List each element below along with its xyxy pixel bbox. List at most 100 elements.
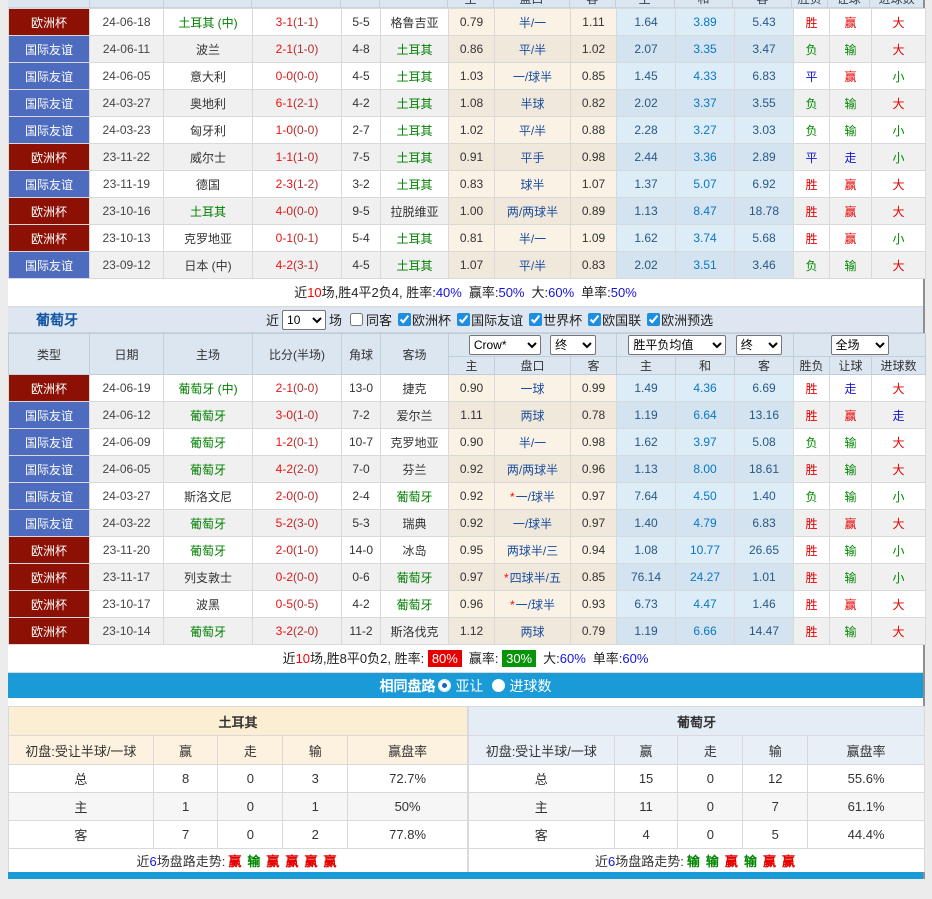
home-team[interactable]: 意大利 (164, 63, 253, 90)
away-team[interactable]: 拉脱维亚 (381, 198, 449, 225)
handicap-home-odds: 1.00 (449, 198, 495, 225)
bookmaker-select[interactable]: Crow* (469, 335, 541, 355)
away-team[interactable]: 冰岛 (381, 537, 449, 564)
away-team[interactable]: 爱尔兰 (381, 402, 449, 429)
match-date: 23-11-17 (90, 564, 164, 591)
home-team[interactable]: 土耳其 (中) (164, 9, 253, 36)
away-team[interactable]: 葡萄牙 (381, 564, 449, 591)
score-cell[interactable]: 5-2(3-0) (253, 510, 342, 537)
handicap-home-odds: 0.86 (449, 36, 495, 63)
away-team[interactable]: 葡萄牙 (381, 591, 449, 618)
league-filter-checkbox-2[interactable] (457, 313, 470, 326)
portugal-section-header: 葡萄牙 近 10 场 同客 欧洲杯国际友谊世界杯欧国联欧洲预选 (8, 307, 923, 333)
away-team[interactable]: 斯洛伐克 (381, 618, 449, 645)
score-cell[interactable]: 0-5(0-5) (253, 591, 342, 618)
asian-result-cell: 输 (830, 429, 872, 456)
home-team[interactable]: 列支敦士 (164, 564, 253, 591)
home-team[interactable]: 威尔士 (164, 144, 253, 171)
home-team[interactable]: 匈牙利 (164, 117, 253, 144)
handicap-away-odds: 0.96 (571, 456, 617, 483)
goals-radio[interactable] (492, 679, 505, 692)
clipped-col-label: 客 (569, 0, 615, 8)
score-cell[interactable]: 4-0(0-0) (253, 198, 342, 225)
handicap-away-odds: 0.78 (571, 402, 617, 429)
home-team[interactable]: 葡萄牙 (164, 510, 253, 537)
away-team[interactable]: 葡萄牙 (381, 483, 449, 510)
handicap-line: 半/一 (495, 225, 571, 252)
away-team[interactable]: 芬兰 (381, 456, 449, 483)
home-team[interactable]: 德国 (164, 171, 253, 198)
away-team[interactable]: 土耳其 (381, 252, 449, 279)
handicap-stage-select[interactable]: 终 (550, 335, 596, 355)
score-cell[interactable]: 2-0(1-0) (253, 537, 342, 564)
league-badge: 欧洲杯 (9, 9, 90, 36)
away-team[interactable]: 土耳其 (381, 171, 449, 198)
match-date: 23-10-16 (90, 198, 164, 225)
away-team[interactable]: 捷克 (381, 375, 449, 402)
score-cell[interactable]: 1-1(1-0) (253, 144, 342, 171)
asian-result-cell: 赢 (830, 510, 872, 537)
clipped-col-label: 和 (674, 0, 733, 8)
score-cell[interactable]: 3-0(1-0) (253, 402, 342, 429)
home-team[interactable]: 波兰 (164, 36, 253, 63)
away-team[interactable]: 瑞典 (381, 510, 449, 537)
score-cell[interactable]: 1-2(0-1) (253, 429, 342, 456)
score-cell[interactable]: 0-1(0-1) (253, 225, 342, 252)
home-team[interactable]: 奥地利 (164, 90, 253, 117)
away-team[interactable]: 土耳其 (381, 36, 449, 63)
score-cell[interactable]: 4-2(3-1) (253, 252, 342, 279)
handicap-home-odds: 1.02 (449, 117, 495, 144)
league-filter-checkbox-1[interactable] (398, 313, 411, 326)
score-cell[interactable]: 0-0(0-0) (253, 63, 342, 90)
score-cell[interactable]: 3-2(2-0) (253, 618, 342, 645)
home-team[interactable]: 斯洛文尼 (164, 483, 253, 510)
cover-rate-chip: 30% (502, 650, 536, 667)
match-date: 24-06-18 (90, 9, 164, 36)
match-row: 国际友谊24-03-27奥地利6-1(2-1)4-2土耳其1.08半球0.822… (9, 90, 926, 117)
score-cell[interactable]: 2-0(0-0) (253, 483, 342, 510)
away-team[interactable]: 土耳其 (381, 144, 449, 171)
same-away-checkbox[interactable] (350, 313, 363, 326)
away-team[interactable]: 克罗地亚 (381, 429, 449, 456)
home-team[interactable]: 葡萄牙 (164, 402, 253, 429)
recent-games-select[interactable]: 10 (282, 310, 326, 330)
away-team[interactable]: 土耳其 (381, 63, 449, 90)
home-team[interactable]: 葡萄牙 (中) (164, 375, 253, 402)
league-filter-checkbox-4[interactable] (588, 313, 601, 326)
home-team[interactable]: 日本 (中) (164, 252, 253, 279)
league-badge: 欧洲杯 (9, 144, 90, 171)
away-team[interactable]: 土耳其 (381, 225, 449, 252)
home-team[interactable]: 葡萄牙 (164, 429, 253, 456)
handicap-line: 平/半 (495, 117, 571, 144)
handicap-line: 两/两球半 (495, 198, 571, 225)
home-team[interactable]: 葡萄牙 (164, 618, 253, 645)
home-team[interactable]: 葡萄牙 (164, 537, 253, 564)
home-team[interactable]: 克罗地亚 (164, 225, 253, 252)
score-cell[interactable]: 2-1(0-0) (253, 375, 342, 402)
clipped-col-label: 客 (732, 0, 791, 8)
asian-handicap-radio[interactable] (438, 679, 451, 692)
away-team[interactable]: 土耳其 (381, 90, 449, 117)
away-team[interactable]: 格鲁吉亚 (381, 9, 449, 36)
league-filter-checkbox-3[interactable] (529, 313, 542, 326)
home-team[interactable]: 葡萄牙 (164, 456, 253, 483)
euro-stage-select[interactable]: 终 (736, 335, 782, 355)
handicap-line: 球半 (495, 171, 571, 198)
score-cell[interactable]: 0-2(0-0) (253, 564, 342, 591)
trend-result: 输 (744, 854, 757, 869)
trend-label: 场盘路走势: (157, 854, 226, 869)
result-cell: 负 (794, 36, 830, 63)
corners-cell: 3-2 (342, 171, 381, 198)
home-team[interactable]: 波黑 (164, 591, 253, 618)
scope-select[interactable]: 全场 (831, 335, 889, 355)
score-cell[interactable]: 2-1(1-0) (253, 36, 342, 63)
home-team[interactable]: 土耳其 (164, 198, 253, 225)
score-cell[interactable]: 6-1(2-1) (253, 90, 342, 117)
away-team[interactable]: 土耳其 (381, 117, 449, 144)
score-cell[interactable]: 2-3(1-2) (253, 171, 342, 198)
league-filter-checkbox-5[interactable] (647, 313, 660, 326)
score-cell[interactable]: 4-2(2-0) (253, 456, 342, 483)
score-cell[interactable]: 3-1(1-1) (253, 9, 342, 36)
score-cell[interactable]: 1-0(0-0) (253, 117, 342, 144)
euro-odds-select[interactable]: 胜平负均值 (628, 335, 726, 355)
